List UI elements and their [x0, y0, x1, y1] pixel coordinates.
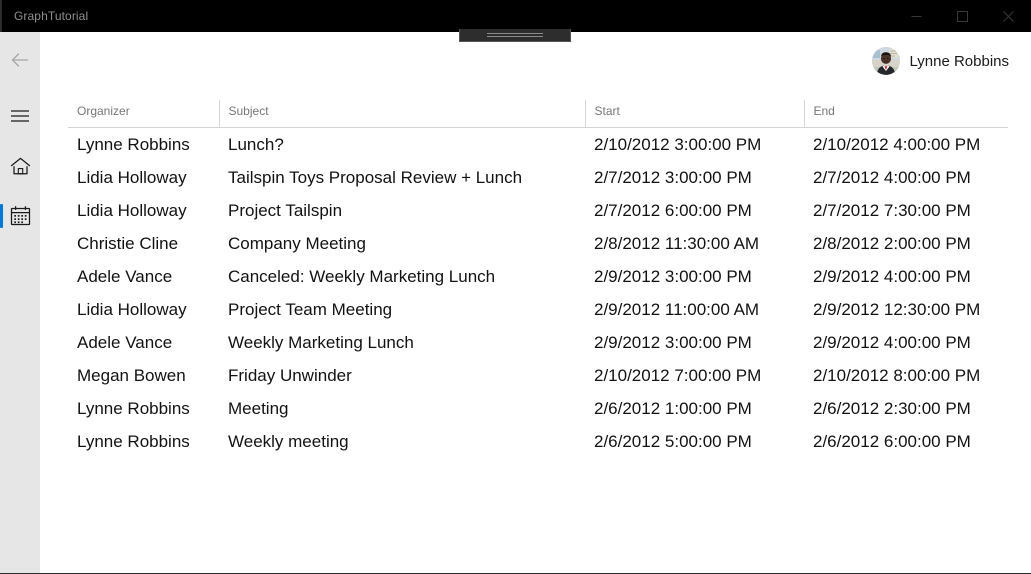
cell-subject: Weekly meeting: [228, 432, 349, 451]
application-window: GraphTutorial Lynne Robbins Organizer Su…: [0, 0, 1031, 574]
table-row[interactable]: Christie Cline Company Meeting 2/8/2012 …: [68, 227, 1008, 260]
cell-start: 2/6/2012 1:00:00 PM: [594, 399, 752, 418]
cell-end: 2/8/2012 2:00:00 PM: [813, 234, 971, 253]
cell-organizer: Lidia Holloway: [77, 168, 187, 187]
close-button[interactable]: [985, 0, 1031, 32]
table-row[interactable]: Lynne Robbins Meeting 2/6/2012 1:00:00 P…: [68, 392, 1008, 425]
back-arrow-icon: [11, 53, 29, 67]
cell-end: 2/9/2012 12:30:00 PM: [813, 300, 981, 319]
column-header-end[interactable]: End: [803, 100, 1008, 128]
navigation-sidebar: [0, 32, 40, 573]
cell-end: 2/7/2012 4:00:00 PM: [813, 168, 971, 187]
cell-organizer: Lynne Robbins: [77, 432, 190, 451]
minimize-button[interactable]: [893, 0, 939, 32]
cell-subject: Tailspin Toys Proposal Review + Lunch: [228, 168, 523, 187]
table-row[interactable]: Adele Vance Weekly Marketing Lunch 2/9/2…: [68, 326, 1008, 359]
hamburger-menu-icon: [11, 110, 29, 122]
cell-organizer: Lynne Robbins: [77, 135, 190, 154]
cell-end: 2/9/2012 4:00:00 PM: [813, 333, 971, 352]
cell-end: 2/6/2012 6:00:00 PM: [813, 432, 971, 451]
cell-organizer: Adele Vance: [77, 267, 173, 286]
cell-end: 2/10/2012 8:00:00 PM: [813, 366, 981, 385]
events-table: Organizer Subject Start End Lynne Robbin…: [68, 100, 1008, 458]
column-header-start[interactable]: Start: [584, 100, 804, 128]
column-header-subject[interactable]: Subject: [218, 100, 585, 128]
sidebar-item-home[interactable]: [0, 146, 40, 186]
cell-start: 2/9/2012 3:00:00 PM: [594, 333, 752, 352]
cell-organizer: Lidia Holloway: [77, 201, 187, 220]
window-controls: [893, 0, 1031, 32]
calendar-icon: [10, 206, 30, 226]
cell-start: 2/8/2012 11:30:00 AM: [594, 234, 760, 253]
sidebar-item-back[interactable]: [0, 40, 40, 80]
table-row[interactable]: Lynne Robbins Weekly meeting 2/6/2012 5:…: [68, 425, 1008, 458]
cell-start: 2/10/2012 3:00:00 PM: [594, 135, 762, 154]
sidebar-item-calendar[interactable]: [0, 196, 40, 236]
cell-subject: Lunch?: [228, 135, 284, 154]
cell-start: 2/9/2012 3:00:00 PM: [594, 267, 752, 286]
table-row[interactable]: Megan Bowen Friday Unwinder 2/10/2012 7:…: [68, 359, 1008, 392]
user-name-label: Lynne Robbins: [909, 52, 1009, 70]
user-avatar-photo: [872, 47, 901, 75]
cell-end: 2/7/2012 7:30:00 PM: [813, 201, 971, 220]
cell-start: 2/7/2012 6:00:00 PM: [594, 201, 752, 220]
table-header: Organizer Subject Start End: [68, 100, 1008, 128]
cell-subject: Company Meeting: [228, 234, 366, 253]
title-bar: GraphTutorial: [0, 0, 1031, 32]
cell-end: 2/10/2012 4:00:00 PM: [813, 135, 981, 154]
cell-start: 2/6/2012 5:00:00 PM: [594, 432, 752, 451]
events-table-container: Organizer Subject Start End Lynne Robbin…: [68, 100, 1008, 458]
column-header-organizer[interactable]: Organizer: [68, 100, 219, 128]
table-header-row: Organizer Subject Start End: [68, 100, 1008, 128]
cell-end: 2/9/2012 4:00:00 PM: [813, 267, 971, 286]
cell-subject: Friday Unwinder: [228, 366, 352, 385]
table-body: Lynne Robbins Lunch? 2/10/2012 3:00:00 P…: [68, 128, 1008, 459]
cell-subject: Project Tailspin: [228, 201, 343, 220]
sidebar-item-menu[interactable]: [0, 96, 40, 136]
table-row[interactable]: Adele Vance Canceled: Weekly Marketing L…: [68, 260, 1008, 293]
window-drag-handle[interactable]: [459, 29, 571, 42]
cell-subject: Weekly Marketing Lunch: [228, 333, 414, 352]
table-row[interactable]: Lidia Holloway Project Team Meeting 2/9/…: [68, 293, 1008, 326]
cell-subject: Canceled: Weekly Marketing Lunch: [228, 267, 496, 286]
table-row[interactable]: Lynne Robbins Lunch? 2/10/2012 3:00:00 P…: [68, 128, 1008, 162]
cell-subject: Project Team Meeting: [228, 300, 393, 319]
window-title: GraphTutorial: [14, 9, 89, 23]
drag-handle-line: [487, 36, 543, 37]
user-profile-chip[interactable]: Lynne Robbins: [872, 47, 1009, 75]
drag-handle-line: [487, 33, 543, 34]
cell-start: 2/10/2012 7:00:00 PM: [594, 366, 762, 385]
cell-end: 2/6/2012 2:30:00 PM: [813, 399, 971, 418]
cell-organizer: Lidia Holloway: [77, 300, 187, 319]
avatar: [872, 47, 901, 75]
table-row[interactable]: Lidia Holloway Project Tailspin 2/7/2012…: [68, 194, 1008, 227]
maximize-icon: [956, 10, 968, 22]
cell-subject: Meeting: [228, 399, 289, 418]
cell-organizer: Lynne Robbins: [77, 399, 190, 418]
cell-start: 2/7/2012 3:00:00 PM: [594, 168, 752, 187]
maximize-button[interactable]: [939, 0, 985, 32]
cell-start: 2/9/2012 11:00:00 AM: [594, 300, 760, 319]
cell-organizer: Adele Vance: [77, 333, 173, 352]
cell-organizer: Christie Cline: [77, 234, 179, 253]
table-row[interactable]: Lidia Holloway Tailspin Toys Proposal Re…: [68, 161, 1008, 194]
title-bar-accent: [0, 0, 2, 32]
close-icon: [1002, 10, 1014, 22]
cell-organizer: Megan Bowen: [77, 366, 186, 385]
home-icon: [10, 157, 30, 174]
minimize-icon: [911, 15, 921, 17]
